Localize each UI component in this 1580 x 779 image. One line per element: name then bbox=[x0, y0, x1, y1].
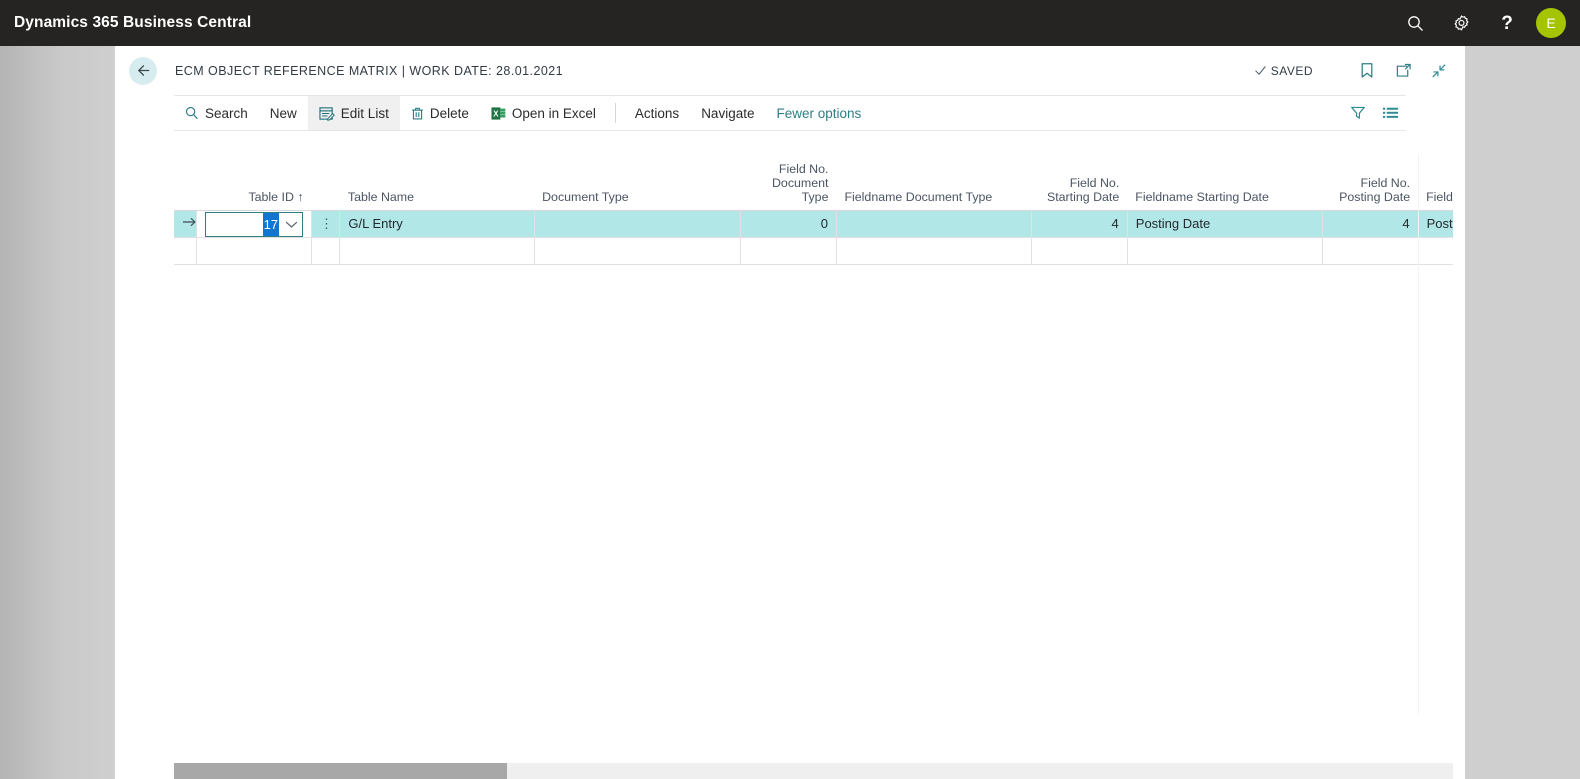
open-in-new-window-icon[interactable] bbox=[1389, 57, 1417, 85]
row-menu-header bbox=[311, 154, 340, 211]
page-title: ECM OBJECT REFERENCE MATRIX | WORK DATE:… bbox=[175, 63, 564, 78]
table-id-input[interactable]: 17 bbox=[204, 211, 304, 236]
data-grid-container[interactable]: Table ID ↑ Table Name Document Type Fiel… bbox=[174, 154, 1453, 265]
status-badge: SAVED bbox=[1254, 64, 1313, 78]
ribbon-item-label: Edit List bbox=[340, 105, 389, 121]
cell-document-type[interactable] bbox=[534, 237, 742, 265]
cell-table-id[interactable]: 17 bbox=[196, 210, 313, 238]
data-grid: Table ID ↑ Table Name Document Type Fiel… bbox=[174, 154, 1453, 265]
table-row[interactable]: 17 ⋮ G/L Entry 0 4 Posting Date 4 Post bbox=[174, 210, 1453, 238]
table-header-row: Table ID ↑ Table Name Document Type Fiel… bbox=[174, 154, 1453, 211]
ribbon-edit-list-button[interactable]: Edit List bbox=[307, 96, 400, 130]
page-header: ECM OBJECT REFERENCE MATRIX | WORK DATE:… bbox=[115, 46, 1465, 95]
cell-table-name[interactable] bbox=[339, 237, 535, 265]
ribbon-menu-label: Fewer options bbox=[776, 105, 862, 121]
ribbon-delete-button[interactable]: Delete bbox=[400, 96, 480, 130]
cell-document-type[interactable] bbox=[534, 210, 742, 238]
table-row[interactable] bbox=[174, 237, 1453, 265]
column-header-document-type[interactable]: Document Type bbox=[534, 154, 741, 211]
search-icon bbox=[185, 106, 199, 120]
cell-fieldname-document-type[interactable] bbox=[836, 237, 1033, 265]
page-container: ECM OBJECT REFERENCE MATRIX | WORK DATE:… bbox=[115, 46, 1465, 779]
grid-edge-divider bbox=[1418, 154, 1419, 714]
cell-field-no-starting-date[interactable]: 4 bbox=[1031, 210, 1128, 238]
column-header-fieldname-starting-date[interactable]: Fieldname Starting Date bbox=[1127, 154, 1323, 211]
excel-icon: X bbox=[491, 106, 506, 121]
ribbon-navigate-menu[interactable]: Navigate bbox=[690, 96, 765, 130]
ribbon-actions-menu[interactable]: Actions bbox=[624, 96, 690, 130]
column-header-field-no-document-type[interactable]: Field No. Document Type bbox=[740, 154, 837, 211]
ribbon-menu-label: Actions bbox=[634, 105, 680, 121]
row-menu-button[interactable] bbox=[311, 237, 341, 265]
search-icon[interactable] bbox=[1392, 0, 1438, 46]
row-menu-button[interactable]: ⋮ bbox=[311, 210, 341, 238]
cell-fieldname-starting-date[interactable]: Posting Date bbox=[1127, 210, 1324, 238]
column-header-table-name[interactable]: Table Name bbox=[339, 154, 535, 211]
ribbon-item-label: New bbox=[269, 105, 297, 121]
bookmark-icon[interactable] bbox=[1353, 57, 1381, 85]
row-indicator bbox=[174, 210, 197, 238]
list-view-icon[interactable] bbox=[1374, 96, 1406, 130]
cell-table-name[interactable]: G/L Entry bbox=[339, 210, 535, 238]
column-header-table-id[interactable]: Table ID ↑ bbox=[196, 154, 312, 211]
trash-icon bbox=[411, 106, 424, 121]
column-header-fieldname-document-type[interactable]: Fieldname Document Type bbox=[836, 154, 1032, 211]
column-header-field-no-starting-date[interactable]: Field No. Starting Date bbox=[1031, 154, 1128, 211]
kebab-menu-icon: ⋮ bbox=[320, 216, 334, 231]
horizontal-scrollbar-thumb[interactable] bbox=[174, 763, 507, 779]
cell-fieldname-posting-date[interactable] bbox=[1418, 237, 1453, 265]
row-indicator-header bbox=[174, 154, 197, 211]
saved-label: SAVED bbox=[1270, 63, 1313, 78]
cell-fieldname-starting-date[interactable] bbox=[1127, 237, 1324, 265]
cell-fieldname-document-type[interactable] bbox=[836, 210, 1033, 238]
row-indicator bbox=[174, 237, 197, 265]
ribbon-divider bbox=[614, 103, 616, 123]
cell-field-no-starting-date[interactable] bbox=[1031, 237, 1128, 265]
cell-field-no-document-type[interactable]: 0 bbox=[740, 210, 837, 238]
edit-list-icon bbox=[319, 106, 335, 121]
global-top-bar: Dynamics 365 Business Central ? E bbox=[0, 0, 1580, 46]
ribbon-new-button[interactable]: New bbox=[259, 96, 308, 130]
action-ribbon: Search New Edit List Delete X Open in Ex… bbox=[174, 95, 1406, 131]
cell-fieldname-posting-date[interactable]: Posting Date bbox=[1418, 210, 1453, 238]
collapse-icon[interactable] bbox=[1425, 57, 1453, 85]
column-header-fieldname-posting-date[interactable]: Fieldname Posting Date bbox=[1418, 154, 1453, 211]
cell-field-no-posting-date[interactable]: 4 bbox=[1322, 210, 1419, 238]
ribbon-open-in-excel-button[interactable]: X Open in Excel bbox=[480, 96, 607, 130]
gear-icon[interactable] bbox=[1438, 0, 1484, 46]
ribbon-commands: Search New Edit List Delete X Open in Ex… bbox=[174, 96, 872, 130]
filter-icon[interactable] bbox=[1342, 96, 1374, 130]
ribbon-item-label: Search bbox=[205, 105, 248, 121]
cell-field-no-document-type[interactable] bbox=[740, 237, 837, 265]
top-bar-actions: ? E bbox=[1392, 0, 1580, 46]
horizontal-scrollbar[interactable] bbox=[174, 763, 1453, 779]
avatar[interactable]: E bbox=[1536, 8, 1566, 38]
ribbon-fewer-options-button[interactable]: Fewer options bbox=[765, 96, 872, 130]
back-button[interactable] bbox=[129, 56, 157, 85]
app-brand-title: Dynamics 365 Business Central bbox=[14, 14, 252, 31]
ribbon-right-actions bbox=[1342, 96, 1406, 130]
ribbon-item-label: Open in Excel bbox=[511, 105, 596, 121]
ribbon-menu-label: Navigate bbox=[701, 105, 755, 121]
column-header-field-no-posting-date[interactable]: Field No. Posting Date bbox=[1322, 154, 1419, 211]
page-header-actions: SAVED bbox=[1254, 57, 1453, 85]
cell-field-no-posting-date[interactable] bbox=[1322, 237, 1419, 265]
ribbon-item-label: Delete bbox=[429, 105, 469, 121]
chevron-down-icon[interactable] bbox=[285, 220, 298, 229]
table-id-value: 17 bbox=[262, 212, 280, 236]
help-icon[interactable]: ? bbox=[1484, 0, 1530, 46]
svg-text:X: X bbox=[493, 109, 499, 118]
cell-table-id[interactable] bbox=[196, 237, 313, 265]
ribbon-search-button[interactable]: Search bbox=[174, 96, 259, 130]
